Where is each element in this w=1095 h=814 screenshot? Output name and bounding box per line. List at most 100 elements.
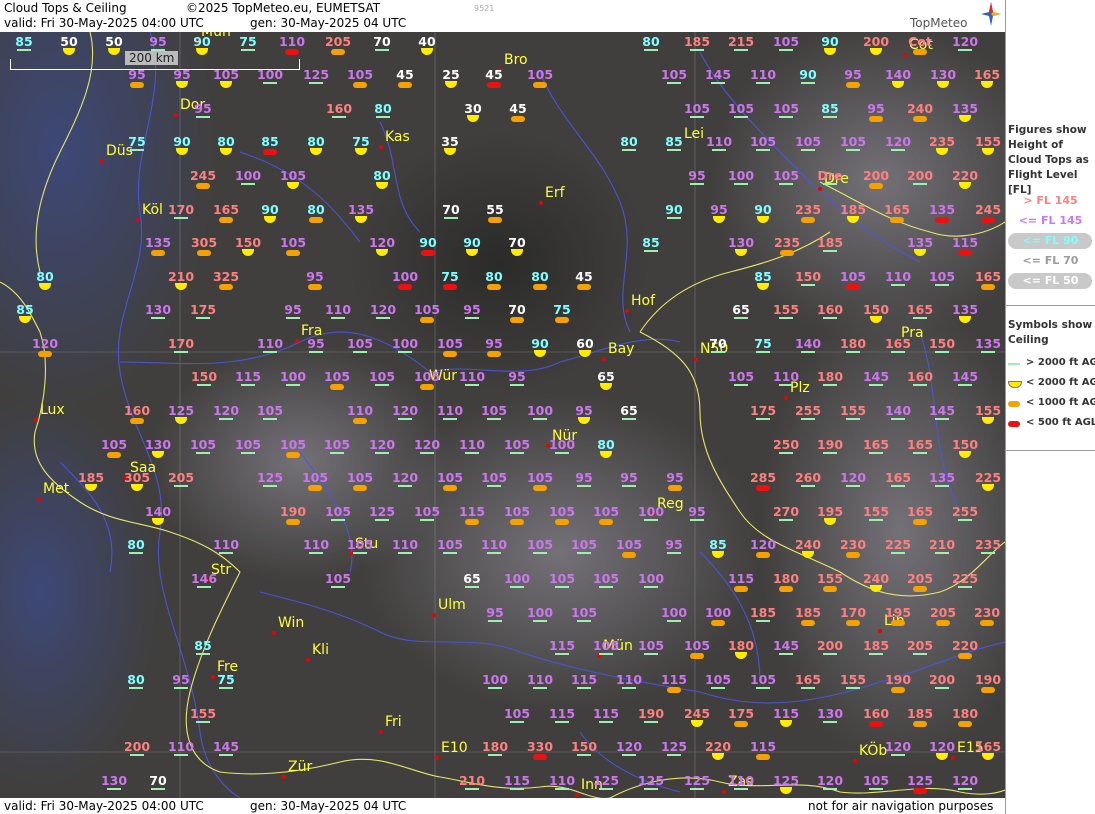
cloud-top-cell: 150 xyxy=(788,270,828,294)
ceiling-symbol xyxy=(982,753,994,760)
ceiling-symbol xyxy=(644,250,658,252)
cloud-top-cell: 115 xyxy=(452,505,492,529)
ceiling-symbol xyxy=(174,754,188,756)
ceiling-symbol xyxy=(330,452,344,454)
ceiling-symbol xyxy=(241,183,255,185)
flight-level-value: 80 xyxy=(485,269,503,284)
flight-level-value: 105 xyxy=(503,437,531,452)
cloud-top-cell: 145 xyxy=(698,68,738,92)
ceiling-symbol xyxy=(891,284,905,286)
ceiling-symbol xyxy=(622,418,636,420)
ceiling-symbol xyxy=(913,653,927,655)
flight-level-value: 25 xyxy=(442,67,460,82)
cloud-top-cell: 330 xyxy=(520,740,560,764)
ceiling-symbol xyxy=(219,418,233,420)
flight-level-value: 190 xyxy=(637,706,665,721)
ceiling-symbol xyxy=(533,552,547,554)
image-code: 9521 xyxy=(474,4,495,13)
ceiling-symbol xyxy=(555,653,569,655)
cloud-top-cell: 155 xyxy=(856,505,896,529)
ceiling-symbol xyxy=(242,249,254,256)
ceiling-symbol xyxy=(757,216,769,223)
flight-level-value: 165 xyxy=(862,437,890,452)
flight-level-value: 50 xyxy=(60,34,78,49)
flight-level-value: 220 xyxy=(951,638,979,653)
cloud-top-cell: 175 xyxy=(721,707,761,731)
cloud-top-cell: 105 xyxy=(766,35,806,59)
cloud-top-cell: 80 xyxy=(296,203,336,227)
ceiling-symbol xyxy=(801,687,815,689)
satellite-map[interactable]: 200 km Mün Bro Cot Dor Kas Lei Düs Erf Dre Köl Hof… xyxy=(0,32,1005,798)
flight-level-value: 110 xyxy=(480,537,508,552)
flight-level-value: 100 xyxy=(503,571,531,586)
flight-level-value: 105 xyxy=(189,437,217,452)
cloud-top-cell: 205 xyxy=(161,471,201,495)
cloud-top-cell: 105 xyxy=(430,337,470,361)
cloud-top-cell: 100 xyxy=(497,572,537,596)
cloud-top-cell: 105 xyxy=(743,135,783,159)
cloud-top-cell: 110 xyxy=(430,404,470,428)
ceiling-symbol xyxy=(555,721,569,723)
ceiling-symbol xyxy=(622,687,636,689)
flight-level-value: 220 xyxy=(704,739,732,754)
cloud-top-cell: 80 xyxy=(586,438,626,462)
flight-level-value: 90 xyxy=(463,235,481,250)
ceiling-symbol xyxy=(85,484,97,491)
ceiling-symbol xyxy=(398,351,412,353)
ceiling-symbol xyxy=(622,149,636,151)
cloud-top-cell: 100 xyxy=(721,169,761,193)
flight-level-value: 35 xyxy=(441,134,459,149)
ceiling-symbol xyxy=(579,350,591,357)
ceiling-symbol xyxy=(690,49,704,51)
ceiling-symbol xyxy=(959,115,971,122)
flight-level-value: 95 xyxy=(688,168,706,183)
cloud-top-cell: 235 xyxy=(788,203,828,227)
cloud-top-cell: 250 xyxy=(766,438,806,462)
flight-level-value: 95 xyxy=(508,369,526,384)
flight-level-value: 125 xyxy=(302,67,330,82)
cloud-top-cell: 185 xyxy=(900,707,940,731)
flight-level-value: 115 xyxy=(548,706,576,721)
ceiling-symbol xyxy=(129,687,143,689)
ceiling-symbol xyxy=(286,452,300,458)
flight-level-value: 70 xyxy=(508,302,526,317)
cloud-top-cell: 190 xyxy=(968,673,1005,697)
cloud-top-cell: 105 xyxy=(474,471,514,495)
flight-level-value: 225 xyxy=(951,571,979,586)
ceiling-symbol xyxy=(982,148,994,155)
flight-level-value: 125 xyxy=(683,773,711,788)
cloud-top-cell: 95 xyxy=(138,35,178,59)
flight-level-value: 105 xyxy=(436,537,464,552)
cloud-top-cell: 180 xyxy=(833,337,873,361)
ceiling-symbol xyxy=(38,351,52,357)
flight-level-value: 100 xyxy=(548,437,576,452)
ceiling-symbol xyxy=(398,418,412,420)
ceiling-symbol xyxy=(331,317,345,319)
ceiling-symbol xyxy=(533,687,547,689)
cloud-top-cell: 140 xyxy=(788,337,828,361)
cloud-top-cell: 255 xyxy=(945,505,985,529)
ceiling-symbol xyxy=(667,620,681,622)
ceiling-symbol xyxy=(443,284,457,290)
flight-level-value: 95 xyxy=(575,403,593,418)
ceiling-symbol xyxy=(622,552,636,558)
flight-level-value: 50 xyxy=(105,34,123,49)
cloud-top-cell: 175 xyxy=(743,404,783,428)
flight-level-value: 85 xyxy=(642,235,660,250)
ceiling-symbol xyxy=(219,552,233,554)
cloud-top-cell: 110 xyxy=(878,270,918,294)
ceiling-symbol xyxy=(823,721,837,723)
flight-level-value: 110 xyxy=(727,773,755,788)
cloud-top-cell: 165 xyxy=(856,438,896,462)
flight-level-value: 105 xyxy=(637,638,665,653)
ceiling-symbol xyxy=(353,82,367,88)
flight-level-value: 80 xyxy=(127,672,145,687)
cloud-top-cell: 105 xyxy=(340,68,380,92)
flight-level-value: 75 xyxy=(128,134,146,149)
flight-level-value: 146 xyxy=(190,571,218,586)
flight-level-value: 205 xyxy=(167,470,195,485)
cloud-top-cell: 85 xyxy=(183,639,223,663)
cloud-top-cell: 105 xyxy=(497,438,537,462)
cloud-top-cell: 125 xyxy=(631,774,671,798)
cloud-top-cell: 80 xyxy=(609,135,649,159)
